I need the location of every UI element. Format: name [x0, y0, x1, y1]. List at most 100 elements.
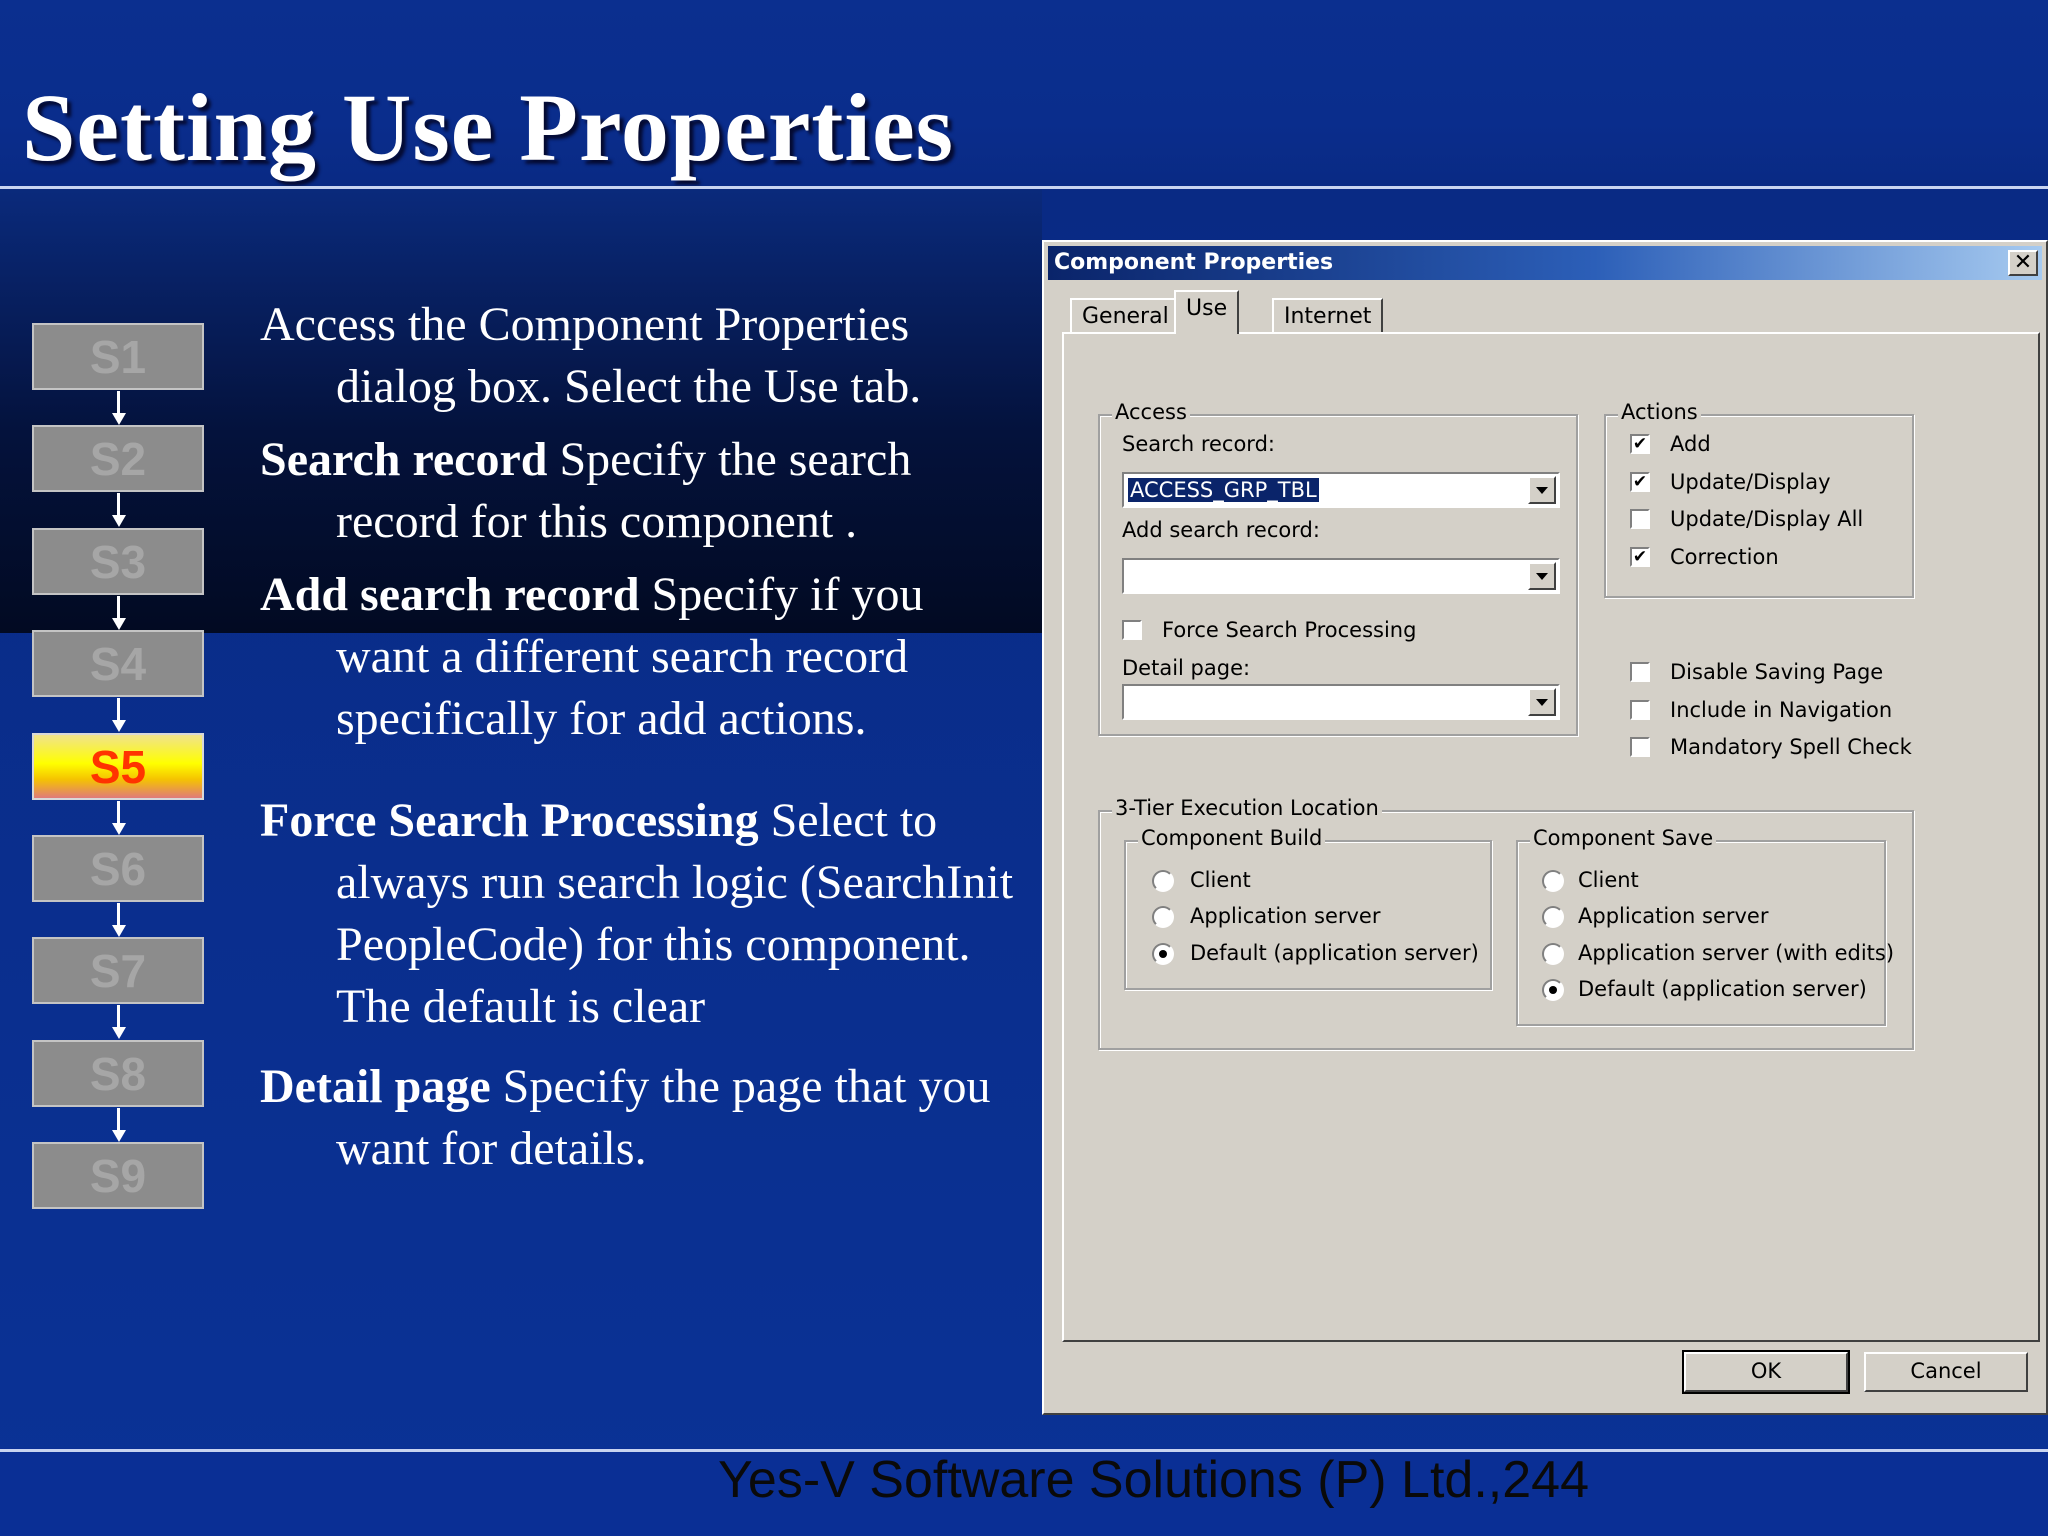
para-detail-page: Detail page Specify the page that you wa…	[260, 1056, 1050, 1180]
update-display-all-label: Update/Display All	[1670, 507, 1864, 531]
step-s7: S7	[32, 937, 204, 1004]
tab-use[interactable]: Use	[1174, 290, 1240, 334]
update-display-checkbox[interactable]: ✔	[1630, 472, 1650, 492]
slide-title: Setting Use Properties	[22, 74, 955, 181]
search-record-value: ACCESS_GRP_TBL	[1128, 478, 1319, 502]
para-force-search-line2: always run search logic (SearchInit	[336, 856, 1014, 909]
arrow-down-icon	[112, 903, 126, 939]
execution-location-legend: 3-Tier Execution Location	[1112, 796, 1382, 820]
tab-internet[interactable]: Internet	[1272, 298, 1384, 332]
para-search-record-line2: record for this component .	[336, 495, 858, 548]
step-s9: S9	[32, 1142, 204, 1209]
save-client-label: Client	[1578, 868, 1639, 892]
update-display-all-checkbox[interactable]	[1630, 509, 1650, 529]
build-appserver-label: Application server	[1190, 904, 1381, 928]
save-appserver-edits-radio[interactable]	[1542, 943, 1564, 965]
detail-page-label: Detail page:	[1122, 656, 1251, 680]
chevron-down-icon[interactable]	[1528, 476, 1556, 504]
include-in-navigation-label: Include in Navigation	[1670, 698, 1893, 722]
ok-button[interactable]: OK	[1682, 1350, 1850, 1394]
arrow-down-icon	[112, 698, 126, 734]
component-build-legend: Component Build	[1138, 826, 1326, 850]
detail-page-combo[interactable]	[1122, 684, 1560, 720]
component-build-group: Component Build Client Application serve…	[1124, 826, 1492, 990]
para-intro: Access the Component Properties dialog b…	[260, 294, 1050, 418]
force-search-checkbox[interactable]	[1122, 620, 1142, 640]
build-client-label: Client	[1190, 868, 1251, 892]
save-appserver-label: Application server	[1578, 904, 1769, 928]
force-search-label: Force Search Processing	[1162, 618, 1417, 642]
add-search-record-label: Add search record:	[1122, 518, 1320, 542]
para-detail-page-label: Detail page	[260, 1060, 491, 1113]
para-detail-page-line1: Specify the page that you	[490, 1060, 991, 1113]
para-force-search-label: Force Search Processing	[260, 794, 759, 847]
para-force-search-line4: The default is clear	[336, 980, 706, 1033]
correction-checkbox[interactable]: ✔	[1630, 547, 1650, 567]
save-appserver-edits-label: Application server (with edits)	[1578, 941, 1895, 965]
para-add-search-record-line3: specifically for add actions.	[336, 692, 867, 745]
search-record-label: Search record:	[1122, 432, 1275, 456]
arrow-down-icon	[112, 391, 126, 427]
para-force-search: Force Search Processing Select to always…	[260, 790, 1050, 1038]
footer-text: Yes-V Software Solutions (P) Ltd.,244	[718, 1451, 1589, 1509]
dialog-titlebar[interactable]: Component Properties ✕	[1048, 246, 2042, 280]
update-display-label: Update/Display	[1670, 470, 1831, 494]
execution-location-group: 3-Tier Execution Location Component Buil…	[1098, 796, 1914, 1050]
arrow-down-icon	[112, 1005, 126, 1041]
save-appserver-radio[interactable]	[1542, 906, 1564, 928]
actions-group: Actions ✔ Add ✔ Update/Display Update/Di…	[1604, 400, 1914, 598]
para-intro-line1: Access the Component Properties	[260, 298, 910, 351]
para-intro-line2: dialog box. Select the Use tab.	[336, 360, 922, 413]
tab-general[interactable]: General	[1070, 298, 1181, 332]
include-in-navigation-checkbox[interactable]	[1630, 700, 1650, 720]
component-properties-dialog: Component Properties ✕ General Use Inter…	[1042, 240, 2048, 1415]
add-checkbox[interactable]: ✔	[1630, 434, 1650, 454]
para-detail-page-line2: want for details.	[336, 1122, 647, 1175]
step-s1: S1	[32, 323, 204, 390]
chevron-down-icon[interactable]	[1528, 562, 1556, 590]
step-s8: S8	[32, 1040, 204, 1107]
mandatory-spell-check-label: Mandatory Spell Check	[1670, 735, 1912, 759]
arrow-down-icon	[112, 1108, 126, 1144]
search-record-combo[interactable]: ACCESS_GRP_TBL	[1122, 472, 1560, 508]
step-s5-active: S5	[32, 733, 204, 800]
correction-label: Correction	[1670, 545, 1779, 569]
mandatory-spell-check-checkbox[interactable]	[1630, 737, 1650, 757]
step-s2: S2	[32, 425, 204, 492]
para-search-record: Search record Specify the search record …	[260, 429, 1050, 553]
actions-legend: Actions	[1618, 400, 1701, 424]
step-s6: S6	[32, 835, 204, 902]
dialog-title: Component Properties	[1054, 250, 1334, 275]
para-search-record-line1: Specify the search	[547, 433, 912, 486]
cancel-button[interactable]: Cancel	[1864, 1352, 2028, 1392]
add-search-record-combo[interactable]	[1122, 558, 1560, 594]
use-tab-panel: Access Search record: ACCESS_GRP_TBL Add…	[1062, 332, 2040, 1342]
para-search-record-label: Search record	[260, 433, 548, 486]
access-legend: Access	[1112, 400, 1190, 424]
save-client-radio[interactable]	[1542, 870, 1564, 892]
close-icon[interactable]: ✕	[2008, 250, 2038, 276]
arrow-down-icon	[112, 596, 126, 632]
build-appserver-radio[interactable]	[1152, 906, 1174, 928]
step-s4: S4	[32, 630, 204, 697]
arrow-down-icon	[112, 801, 126, 837]
save-default-label: Default (application server)	[1578, 977, 1867, 1001]
build-client-radio[interactable]	[1152, 870, 1174, 892]
para-add-search-record: Add search record Specify if you want a …	[260, 564, 1050, 750]
build-default-radio[interactable]	[1152, 943, 1174, 965]
title-divider	[0, 186, 2048, 189]
disable-saving-page-label: Disable Saving Page	[1670, 660, 1884, 684]
component-save-group: Component Save Client Application server…	[1516, 826, 1894, 1026]
arrow-down-icon	[112, 493, 126, 529]
para-add-search-record-line2: want a different search record	[336, 630, 909, 683]
add-label: Add	[1670, 432, 1711, 456]
save-default-radio[interactable]	[1542, 979, 1564, 1001]
step-s3: S3	[32, 528, 204, 595]
component-save-legend: Component Save	[1530, 826, 1717, 850]
para-add-search-record-label: Add search record	[260, 568, 640, 621]
para-force-search-line3: PeopleCode) for this component.	[336, 918, 971, 971]
access-group: Access Search record: ACCESS_GRP_TBL Add…	[1098, 400, 1578, 736]
chevron-down-icon[interactable]	[1528, 688, 1556, 716]
disable-saving-page-checkbox[interactable]	[1630, 662, 1650, 682]
build-default-label: Default (application server)	[1190, 941, 1479, 965]
